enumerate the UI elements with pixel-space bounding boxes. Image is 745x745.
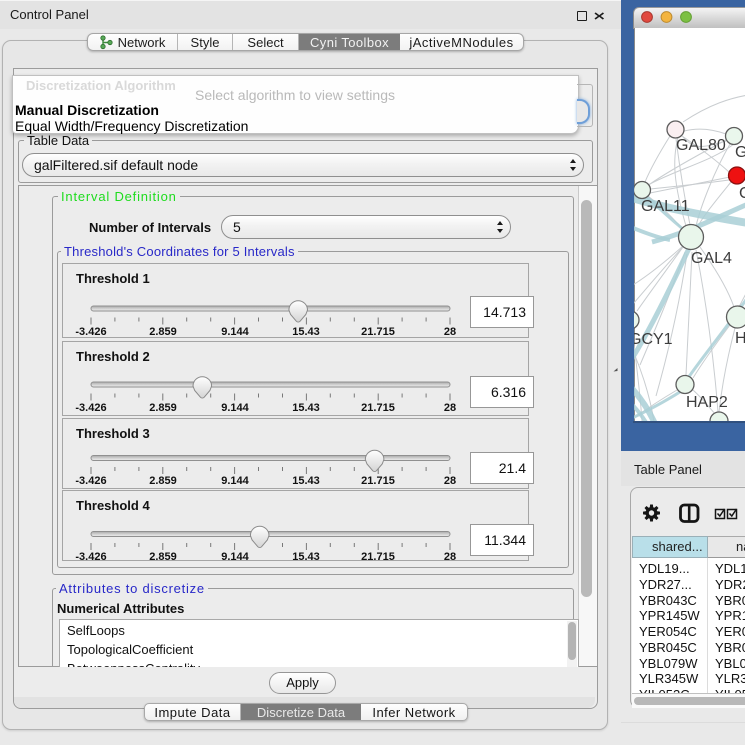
svg-text:GAL4: GAL4 (691, 250, 732, 267)
svg-text:H: H (735, 330, 745, 347)
svg-text:HAP2: HAP2 (686, 394, 728, 411)
svg-text:GCY1: GCY1 (634, 331, 673, 348)
svg-text:GA: GA (735, 144, 745, 161)
svg-text:GAL80: GAL80 (676, 137, 726, 154)
svg-text:C: C (739, 185, 745, 202)
svg-text:GAL11: GAL11 (641, 198, 690, 215)
